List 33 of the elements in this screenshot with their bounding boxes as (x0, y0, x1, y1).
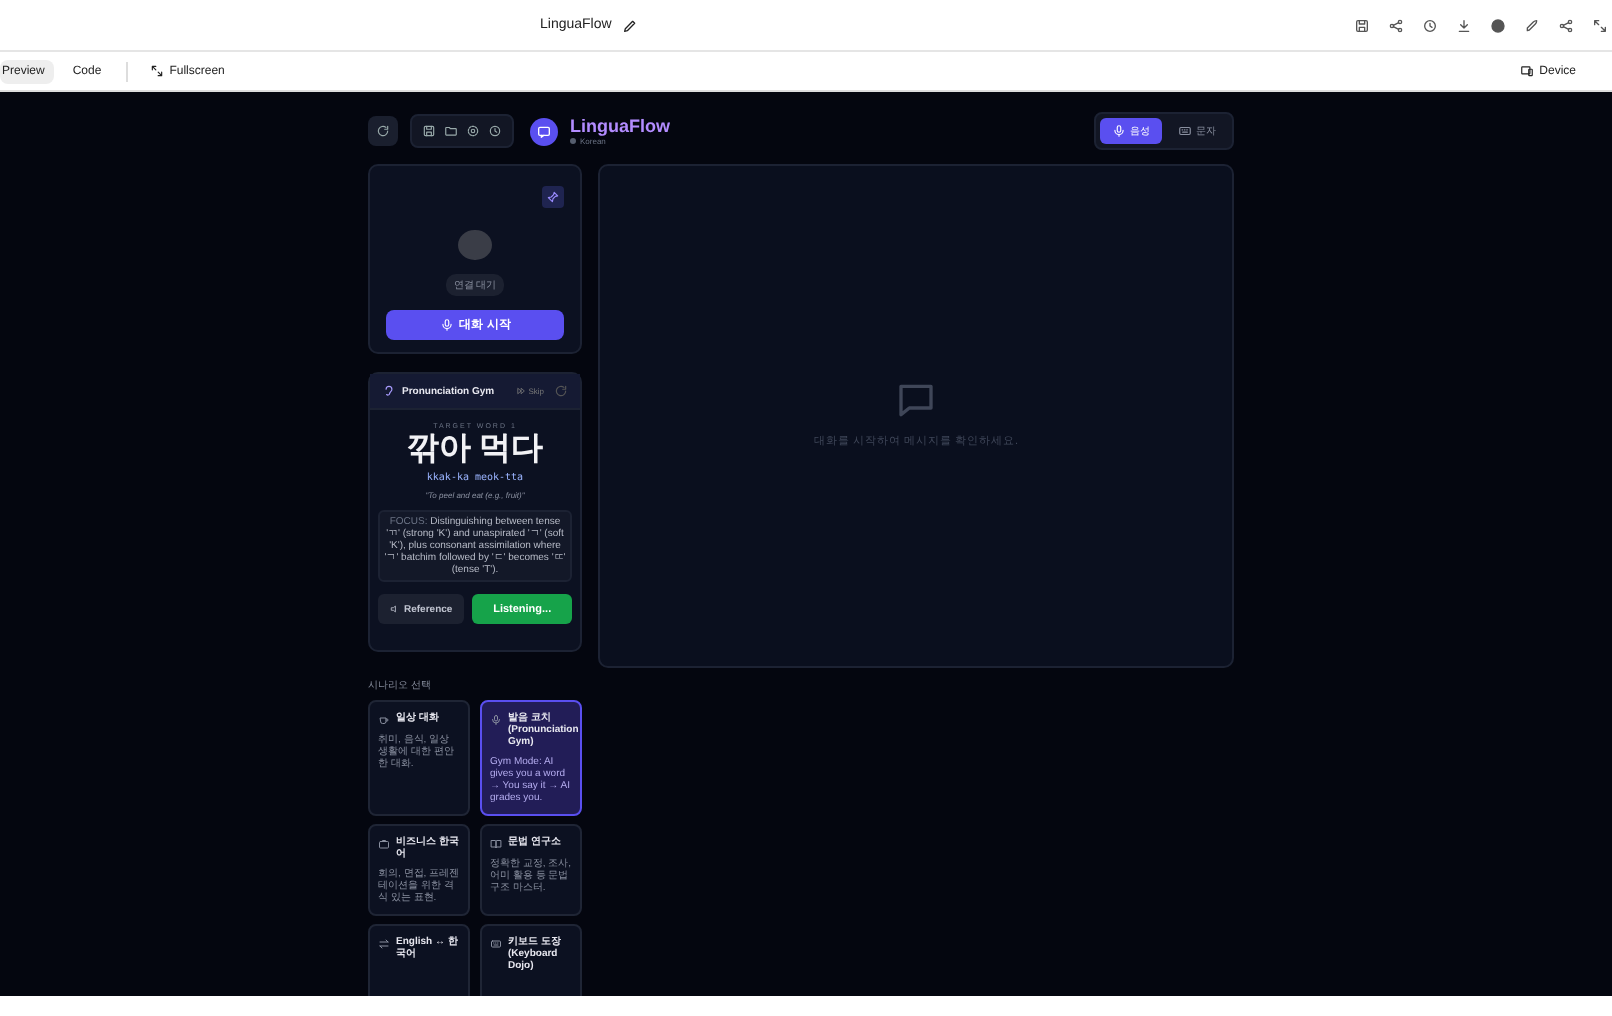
swap-arrows-icon (378, 938, 390, 950)
keyboard-icon (490, 938, 502, 950)
cup-icon (378, 714, 390, 726)
app-title: LinguaFlow (570, 116, 670, 136)
mic-icon (490, 714, 502, 726)
speaker-icon (390, 604, 400, 614)
folder-icon[interactable] (444, 124, 458, 138)
skip-icon (516, 386, 527, 396)
ear-icon (382, 384, 396, 398)
chat-logo-icon (530, 117, 558, 145)
target-word: 깎아 먹다 (406, 430, 544, 470)
mic-icon (439, 318, 454, 333)
avatar-circle (458, 230, 492, 261)
device-icon (1519, 64, 1534, 78)
pencil-icon[interactable] (621, 17, 638, 33)
history-icon[interactable] (488, 124, 502, 138)
expand-icon (149, 64, 164, 78)
keyboard-icon (1178, 124, 1192, 138)
status-dot (570, 138, 576, 144)
mic-icon (1112, 124, 1126, 138)
pin-icon[interactable] (542, 186, 564, 208)
circle-icon[interactable] (1490, 17, 1506, 33)
briefcase-icon (378, 838, 390, 850)
save-icon[interactable] (422, 124, 436, 138)
share-icon[interactable] (1388, 17, 1404, 33)
history-icon[interactable] (1422, 17, 1438, 33)
save-icon[interactable] (1354, 17, 1370, 33)
download-icon[interactable] (1456, 17, 1472, 33)
refresh-icon[interactable] (368, 116, 398, 146)
book-icon (490, 838, 502, 850)
settings-icon[interactable] (466, 124, 480, 138)
expand-icon[interactable] (1592, 17, 1608, 33)
share-icon[interactable] (1558, 17, 1574, 33)
